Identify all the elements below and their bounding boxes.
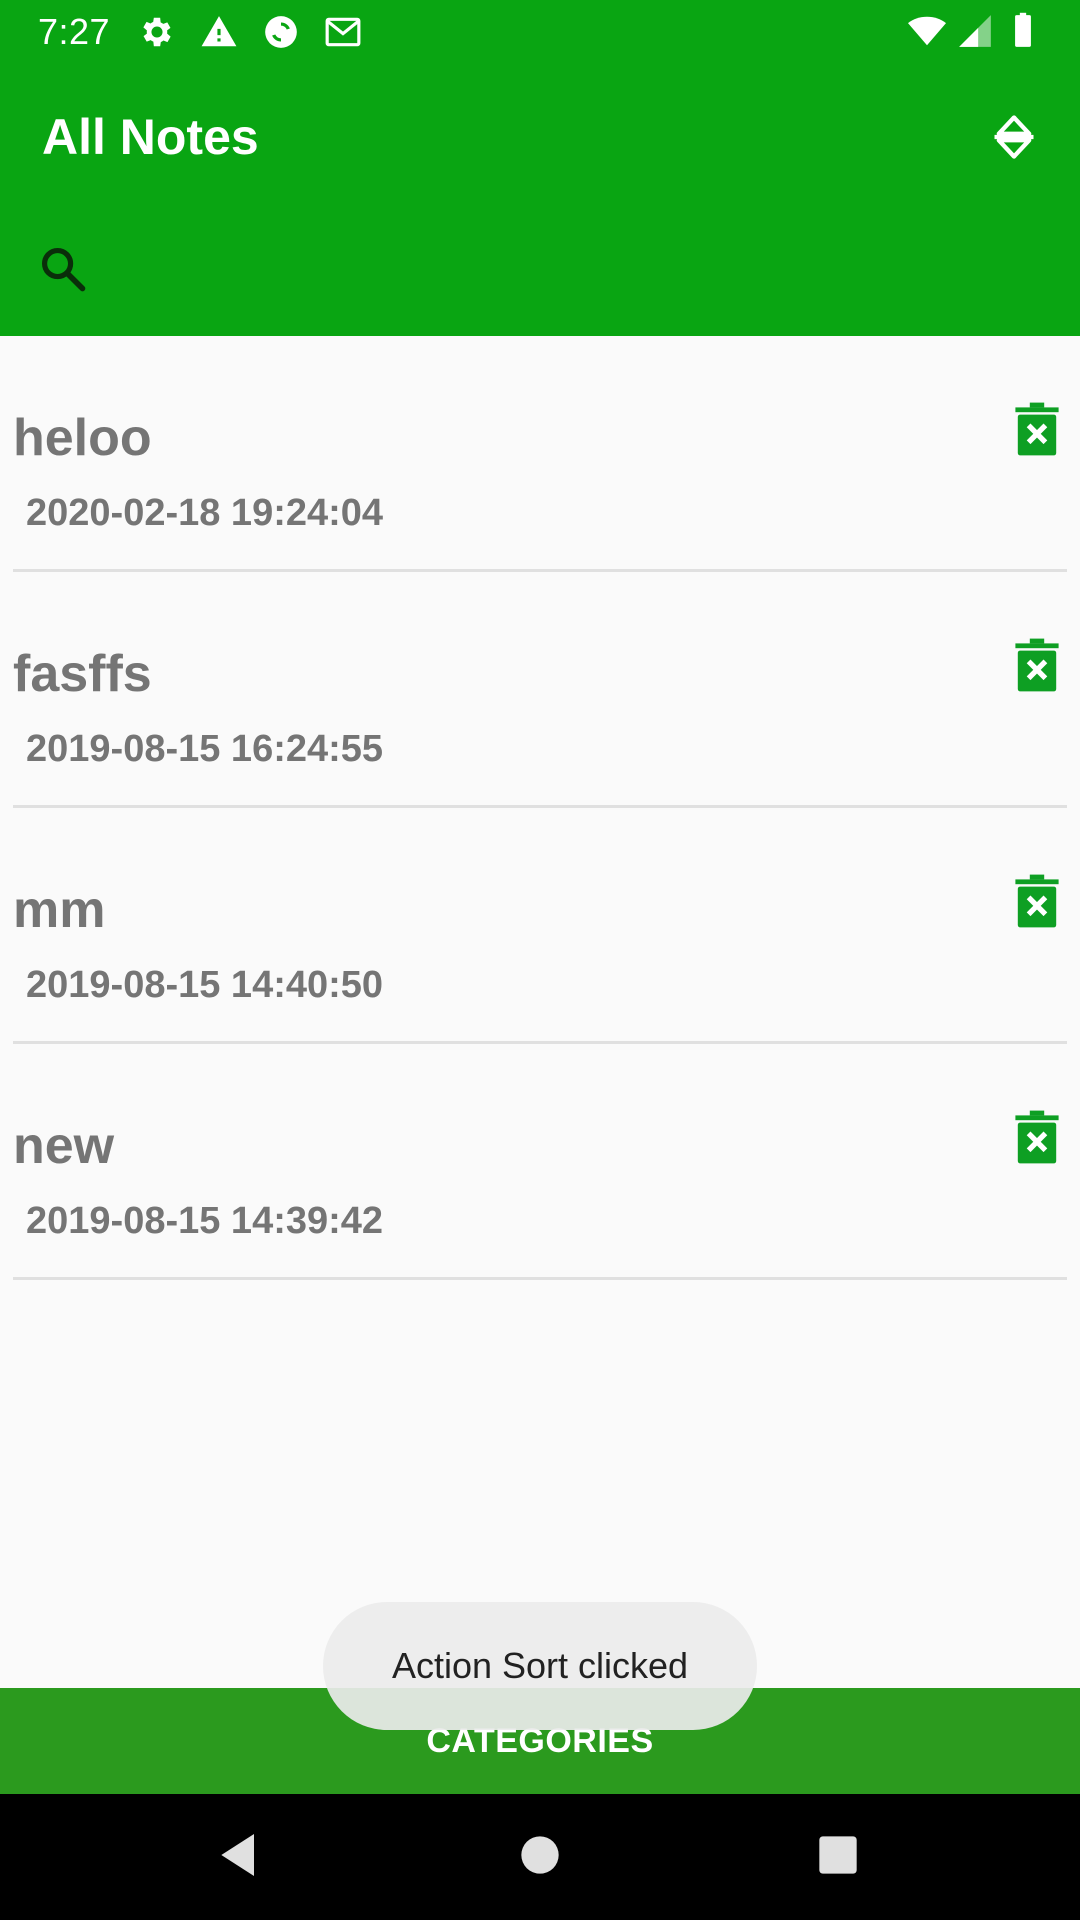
sync-icon	[262, 13, 300, 51]
note-title: heloo	[13, 409, 152, 467]
search-button[interactable]	[30, 238, 96, 304]
gear-icon	[138, 13, 176, 51]
wifi-icon	[908, 12, 946, 50]
note-title: mm	[13, 881, 106, 939]
signal-icon	[956, 12, 994, 50]
warning-icon	[200, 13, 238, 51]
recents-button[interactable]	[803, 1822, 873, 1892]
note-date: 2019-08-15 16:24:55	[26, 728, 384, 770]
sort-button[interactable]	[978, 103, 1050, 175]
delete-icon	[1013, 636, 1061, 699]
toast-text: Action Sort clicked	[391, 1645, 689, 1686]
notes-list: heloo 2020-02-18 19:24:04 fasffs 2019-08…	[0, 336, 1080, 1280]
delete-button[interactable]	[1007, 1106, 1067, 1172]
battery-icon	[1004, 12, 1042, 50]
home-icon	[512, 1827, 568, 1888]
sort-icon	[988, 111, 1040, 168]
note-title: new	[13, 1117, 115, 1175]
note-item[interactable]: heloo 2020-02-18 19:24:04	[13, 336, 1067, 572]
home-button[interactable]	[505, 1822, 575, 1892]
back-icon	[212, 1827, 268, 1888]
toast: Action Sort clicked	[323, 1602, 757, 1730]
note-item[interactable]: fasffs 2019-08-15 16:24:55	[13, 572, 1067, 808]
search-icon	[37, 243, 89, 300]
nav-bar	[0, 1794, 1080, 1920]
delete-button[interactable]	[1007, 634, 1067, 700]
back-button[interactable]	[205, 1822, 275, 1892]
delete-button[interactable]	[1007, 398, 1067, 464]
status-system-icons	[908, 12, 1042, 50]
note-item[interactable]: new 2019-08-15 14:39:42	[13, 1044, 1067, 1280]
status-time: 7:27	[38, 10, 111, 52]
delete-button[interactable]	[1007, 870, 1067, 936]
note-date: 2019-08-15 14:39:42	[26, 1200, 384, 1242]
delete-icon	[1013, 400, 1061, 463]
status-notification-icons	[138, 13, 362, 51]
delete-icon	[1013, 872, 1061, 935]
note-item[interactable]: mm 2019-08-15 14:40:50	[13, 808, 1067, 1044]
delete-icon	[1013, 1108, 1061, 1171]
note-date: 2019-08-15 14:40:50	[26, 964, 384, 1006]
mail-icon	[324, 13, 362, 51]
recents-icon	[810, 1827, 866, 1888]
page-title: All Notes	[42, 109, 259, 165]
app-bar: All Notes	[0, 63, 1080, 336]
note-title: fasffs	[13, 645, 152, 703]
note-date: 2020-02-18 19:24:04	[26, 492, 384, 534]
status-bar: 7:27	[0, 0, 1080, 63]
